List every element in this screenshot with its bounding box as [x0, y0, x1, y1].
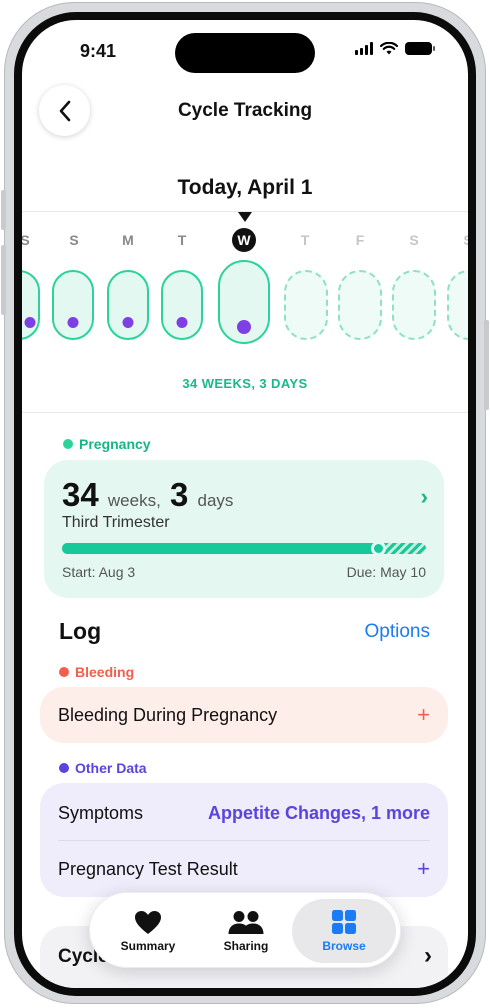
screen: 9:41 Cycle Tracking Today, April 1 S S M…: [22, 20, 468, 988]
bleeding-dot-icon: [59, 667, 69, 677]
day-letter: S: [453, 232, 468, 248]
day-pill[interactable]: [338, 270, 382, 340]
battery-icon: [405, 42, 435, 55]
bleeding-card: Bleeding During Pregnancy +: [40, 687, 448, 743]
symptoms-value: Appetite Changes, 1 more: [207, 802, 430, 823]
tab-summary-label: Summary: [120, 938, 176, 953]
day-pill[interactable]: [22, 270, 40, 340]
other-data-section-label: Other Data: [59, 760, 147, 776]
status-icons: [355, 42, 435, 55]
bleeding-row[interactable]: Bleeding During Pregnancy +: [40, 687, 448, 743]
tab-browse[interactable]: Browse: [292, 899, 396, 963]
day-letter: S: [409, 232, 419, 248]
days-unit: days: [197, 491, 234, 510]
pregnancy-duration: 34 weeks, 3 days: [62, 476, 233, 514]
day-pill[interactable]: [161, 270, 203, 340]
cellular-signal-icon: [355, 42, 373, 55]
day-letter: M: [122, 232, 134, 248]
pregnancy-card[interactable]: 34 weeks, 3 days Third Trimester › Start…: [44, 460, 444, 598]
day-letter: S: [69, 232, 79, 248]
tab-bar: Summary Sharing Browse: [89, 892, 401, 968]
tab-sharing-label: Sharing: [223, 938, 269, 953]
log-dot-icon: [24, 317, 36, 328]
log-title: Log: [59, 618, 102, 644]
pregnancy-dot-icon: [63, 439, 73, 449]
heart-icon: [135, 910, 161, 934]
days-value: 3: [169, 476, 189, 513]
log-dot-icon: [237, 320, 251, 334]
day-letter: T: [300, 232, 310, 248]
log-dot-icon: [67, 317, 79, 328]
pregnancy-progress-bar: [62, 541, 426, 556]
divider-middle: [22, 412, 468, 413]
today-marker-icon: [238, 212, 252, 222]
power-button: [484, 320, 489, 410]
day-letter: F: [355, 232, 365, 248]
wifi-icon: [380, 42, 398, 55]
day-letter: S: [22, 232, 30, 248]
pregnancy-test-row[interactable]: Pregnancy Test Result +: [40, 841, 448, 897]
add-test-result-icon[interactable]: +: [417, 856, 430, 882]
day-pill-today[interactable]: [218, 260, 270, 344]
day-letter-today: W: [232, 228, 256, 252]
log-dot-icon: [122, 317, 134, 328]
volume-up-button: [1, 190, 6, 230]
bleeding-section-label: Bleeding: [59, 664, 134, 680]
people-icon: [228, 910, 264, 934]
pregnancy-progress-knob: [371, 541, 386, 556]
symptoms-row[interactable]: Symptoms Appetite Changes, 1 more: [40, 785, 448, 841]
chevron-right-icon: ›: [420, 484, 428, 509]
log-dot-icon: [176, 317, 188, 328]
pregnancy-test-label: Pregnancy Test Result: [58, 858, 238, 879]
pregnancy-section-label: Pregnancy: [63, 436, 151, 452]
other-data-card: Symptoms Appetite Changes, 1 more Pregna…: [40, 783, 448, 897]
day-pill[interactable]: [392, 270, 436, 340]
bleeding-label-text: Bleeding: [75, 664, 135, 680]
date-title: Today, April 1: [177, 176, 313, 199]
trimester-label: Third Trimester: [62, 514, 170, 531]
options-button[interactable]: Options: [365, 621, 430, 643]
other-data-dot-icon: [59, 763, 69, 773]
weeks-value: 34: [62, 476, 99, 513]
weeks-summary: 34 WEEKS, 3 DAYS: [182, 376, 308, 391]
add-bleeding-icon[interactable]: +: [417, 702, 430, 728]
pregnancy-label-text: Pregnancy: [79, 436, 151, 452]
day-pill[interactable]: [284, 270, 328, 340]
other-data-label-text: Other Data: [75, 760, 147, 776]
status-time: 9:41: [80, 41, 117, 61]
weeks-unit: weeks,: [107, 491, 161, 510]
symptoms-label: Symptoms: [58, 802, 144, 823]
tab-summary[interactable]: Summary: [96, 899, 200, 963]
tab-sharing[interactable]: Sharing: [194, 899, 298, 963]
day-letter: T: [177, 232, 187, 248]
nav-title: Cycle Tracking: [177, 100, 313, 121]
chevron-right-icon: ›: [424, 942, 432, 969]
pregnancy-due: Due: May 10: [346, 564, 426, 580]
bleeding-row-label: Bleeding During Pregnancy: [58, 704, 278, 725]
grid-icon: [332, 910, 356, 934]
dynamic-island: [175, 33, 315, 73]
day-pill[interactable]: [107, 270, 149, 340]
day-pill[interactable]: [447, 270, 468, 340]
volume-down-button: [1, 245, 6, 315]
pregnancy-progress-fill: [62, 543, 379, 554]
pregnancy-start: Start: Aug 3: [62, 564, 136, 580]
tab-browse-label: Browse: [322, 939, 366, 953]
day-pill[interactable]: [52, 270, 94, 340]
